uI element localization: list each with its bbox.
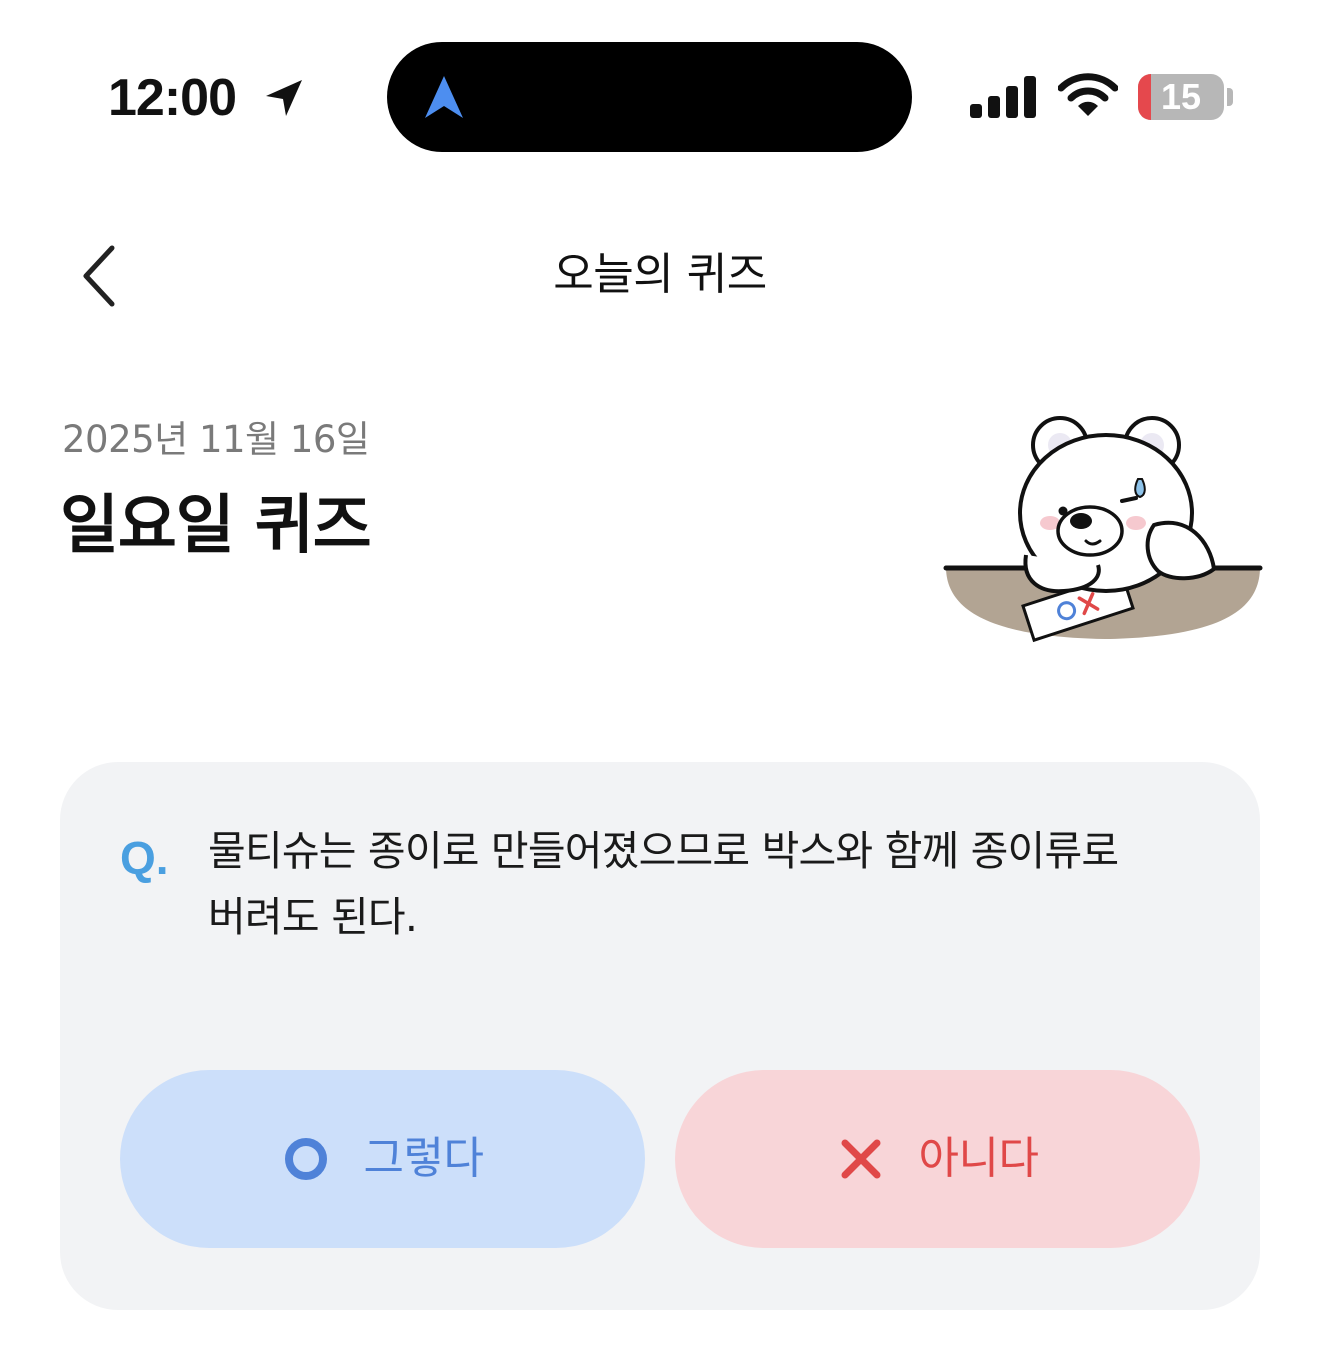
location-arrow-icon (266, 80, 302, 116)
battery-level: 15 (1160, 76, 1202, 117)
navigation-icon (425, 76, 463, 118)
battery-cap (1227, 88, 1233, 106)
status-time: 12:00 (108, 69, 237, 127)
quiz-date: 2025년 11월 16일 (62, 418, 370, 461)
answer-yes-label: 그렇다 (363, 1133, 484, 1184)
nav-header: 오늘의 퀴즈 (0, 220, 1320, 330)
question-marker: Q. (120, 832, 169, 884)
x-mark-icon (841, 1139, 881, 1179)
circle-o-icon (284, 1138, 327, 1180)
page-title: 오늘의 퀴즈 (553, 249, 767, 300)
cellular-signal-icon (970, 76, 1036, 118)
answer-no-label: 아니다 (918, 1133, 1039, 1184)
wifi-icon (1058, 73, 1118, 116)
status-bar: 12:00 15 (0, 0, 1320, 190)
dynamic-island[interactable] (387, 42, 912, 152)
quiz-card: Q. 물티슈는 종이로 만들어졌으므로 박스와 함께 종이류로 버려도 된다. … (60, 762, 1260, 1310)
question-text: 물티슈는 종이로 만들어졌으므로 박스와 함께 종이류로 버려도 된다. (208, 827, 1119, 941)
answer-yes-button[interactable]: 그렇다 (120, 1070, 645, 1248)
battery-icon: 15 (1138, 74, 1224, 120)
quiz-title: 일요일 퀴즈 (60, 489, 372, 563)
answer-no-button[interactable]: 아니다 (675, 1070, 1200, 1248)
bear-at-desk-illustration (943, 416, 1263, 643)
